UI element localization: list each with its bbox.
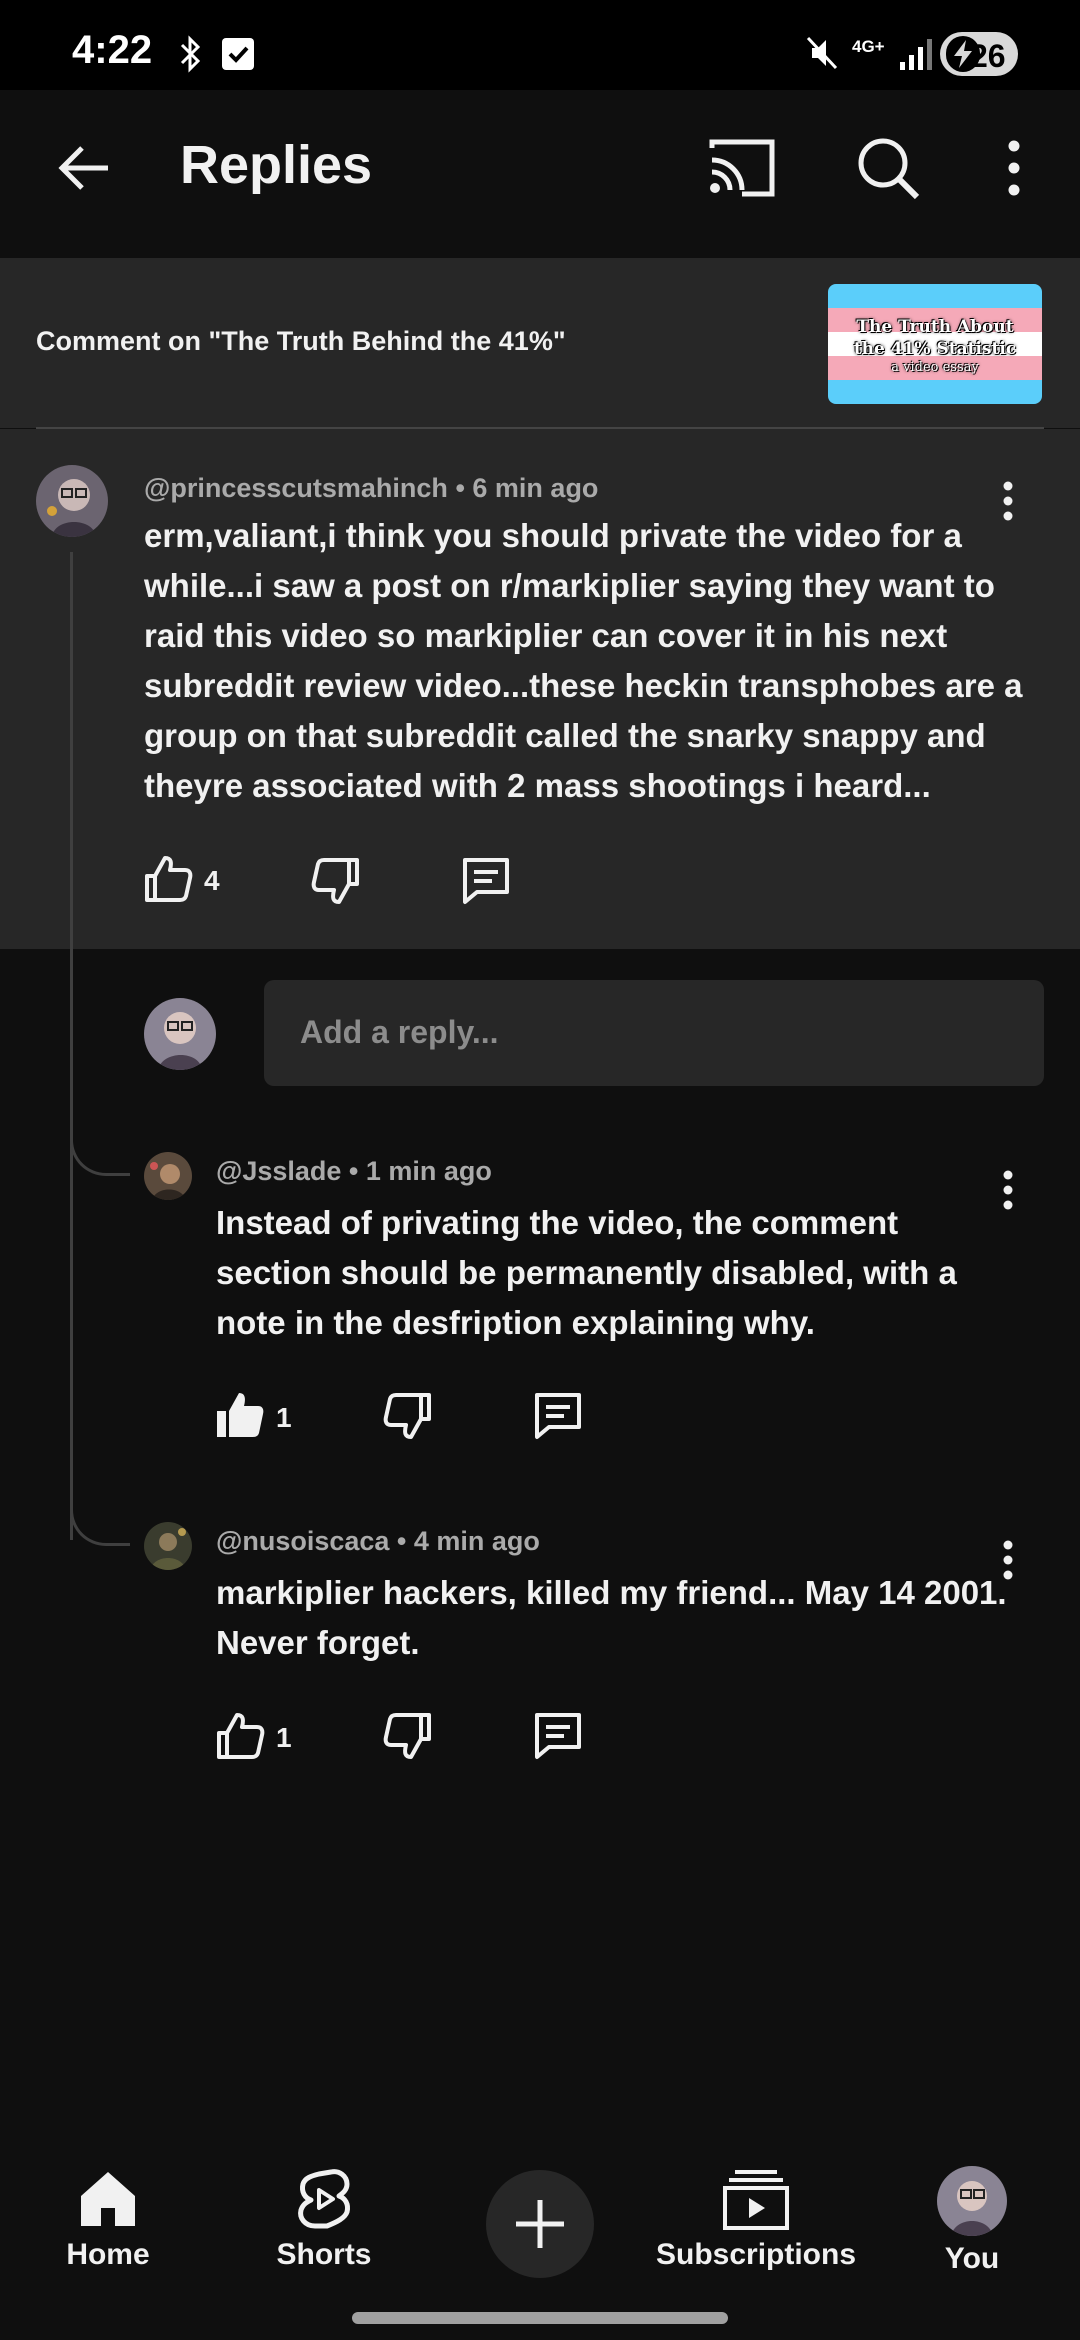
thumbnail-title: The Truth About the 41% Statistic (853, 317, 1017, 359)
page-title: Replies (180, 135, 373, 195)
like-count: 1 (276, 1722, 292, 1753)
nav-subscriptions[interactable]: Subscriptions (656, 2166, 856, 2296)
comment-time: 6 min ago (472, 473, 599, 503)
comment-reply-icon (463, 858, 509, 904)
reply-button[interactable] (528, 1706, 588, 1766)
video-context-label: Comment on "The Truth Behind the 41%" (36, 326, 566, 356)
avatar-image (937, 2166, 1007, 2236)
reply-input[interactable]: Add a reply... (264, 980, 1044, 1086)
comment-reply-icon (535, 1393, 581, 1439)
reply-time: 1 min ago (365, 1156, 492, 1186)
dislike-button[interactable] (306, 851, 366, 911)
reply-text: Instead of privating the video, the comm… (216, 1204, 957, 1341)
search-icon (858, 138, 920, 200)
meta-separator: • (396, 1526, 407, 1556)
avatar-image (144, 1152, 192, 1200)
shorts-icon (298, 2169, 350, 2229)
reply-author[interactable]: @Jsslade (216, 1156, 341, 1186)
nav-you[interactable]: You (912, 2166, 1032, 2296)
avatar[interactable] (144, 1152, 192, 1200)
battery-percent: 26 (970, 38, 1006, 74)
reply-meta: @nusoiscaca • 4 min ago (216, 1526, 540, 1557)
comment-meta: @princesscutsmahinch • 6 min ago (144, 473, 598, 504)
parent-comment: @princesscutsmahinch • 6 min ago erm,val… (0, 429, 1080, 949)
avatar-image (144, 1522, 192, 1570)
thumbs-up-icon (217, 1713, 265, 1759)
thumbs-up-filled-icon (217, 1393, 264, 1437)
checkbox-notification-icon (222, 38, 254, 70)
thread-line (70, 552, 73, 1540)
avatar[interactable] (144, 1522, 192, 1570)
bluetooth-icon (180, 35, 201, 73)
more-vertical-icon (1008, 140, 1020, 196)
comment-reply-icon (535, 1713, 581, 1759)
plus-icon (516, 2200, 564, 2248)
home-icon (81, 2172, 135, 2226)
reply-author[interactable]: @nusoiscaca (216, 1526, 389, 1556)
thumbs-down-icon (383, 1713, 431, 1759)
like-count: 1 (276, 1402, 292, 1433)
signal-icon (900, 39, 932, 70)
back-button[interactable] (44, 128, 124, 208)
reply-meta: @Jsslade • 1 min ago (216, 1156, 492, 1187)
cast-icon (709, 139, 775, 197)
like-button[interactable] (210, 1386, 270, 1446)
reply-time: 4 min ago (413, 1526, 540, 1556)
replies-screen: 4:22 4G+ 26 Replies Comment on "The Trut… (0, 0, 1080, 2340)
reply-text: markiplier hackers, killed my friend... … (216, 1574, 1007, 1661)
reply-button[interactable] (456, 851, 516, 911)
nav-subscriptions-label: Subscriptions (655, 2238, 857, 2271)
reply-placeholder: Add a reply... (300, 1014, 499, 1050)
video-context-bar[interactable]: Comment on "The Truth Behind the 41%" Th… (0, 258, 1080, 428)
thumbs-up-icon (145, 856, 193, 902)
reply-button[interactable] (528, 1386, 588, 1446)
home-indicator[interactable] (352, 2312, 728, 2324)
status-time: 4:22 (72, 28, 153, 72)
meta-separator: • (348, 1156, 359, 1186)
network-type: 4G+ (852, 37, 885, 56)
comment-text: erm,valiant,i think you should private t… (144, 517, 1023, 804)
back-arrow-icon (58, 146, 108, 190)
like-count: 4 (204, 865, 220, 896)
video-thumbnail[interactable]: The Truth About the 41% Statistic a vide… (828, 284, 1042, 404)
nav-shorts-label: Shorts (276, 2238, 372, 2271)
more-options-button[interactable] (974, 128, 1054, 208)
dislike-button[interactable] (378, 1706, 438, 1766)
mute-icon (806, 36, 838, 70)
nav-home[interactable]: Home (48, 2166, 168, 2296)
thread-connector (70, 1116, 130, 1176)
thumbs-down-icon (383, 1393, 431, 1439)
avatar[interactable] (36, 465, 108, 537)
you-avatar (937, 2166, 1007, 2236)
comment-author[interactable]: @princesscutsmahinch (144, 473, 448, 503)
nav-shorts[interactable]: Shorts (264, 2166, 384, 2296)
avatar-image (144, 998, 216, 1070)
dislike-button[interactable] (378, 1386, 438, 1446)
nav-home-label: Home (66, 2238, 150, 2271)
app-header: Replies (0, 90, 1080, 258)
meta-separator: • (455, 473, 465, 503)
like-button[interactable] (210, 1706, 270, 1766)
thumbs-down-icon (311, 858, 359, 904)
cast-button[interactable] (702, 128, 782, 208)
like-button[interactable] (138, 849, 198, 909)
create-button[interactable] (486, 2170, 594, 2278)
thread-connector (70, 1486, 130, 1546)
avatar-image (36, 465, 108, 537)
nav-you-label: You (944, 2242, 1000, 2275)
status-bar: 4:22 4G+ 26 (0, 0, 1080, 90)
search-button[interactable] (848, 128, 928, 208)
subscriptions-icon (723, 2170, 789, 2230)
thumbnail-text: The Truth About the 41% Statistic a vide… (828, 316, 1042, 375)
battery-indicator: 26 (940, 32, 1018, 76)
current-user-avatar (144, 998, 216, 1070)
thumbnail-subtitle: a video essay (891, 360, 979, 375)
